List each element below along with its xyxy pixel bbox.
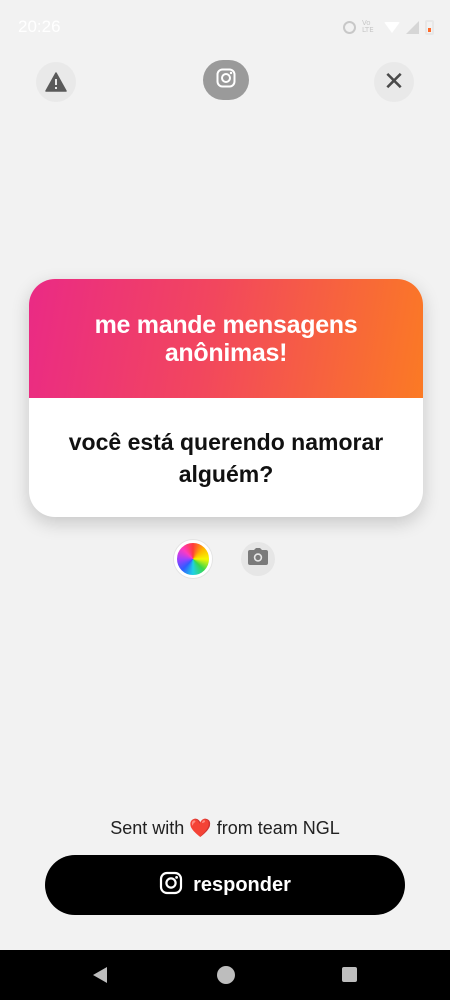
alarm-icon xyxy=(343,20,356,34)
respond-label: responder xyxy=(193,873,291,896)
card-title: me mande mensagens anônimas! xyxy=(94,310,358,367)
instagram-icon xyxy=(216,68,236,93)
status-bar: 20:26 Vo LTE xyxy=(0,0,450,54)
instagram-icon xyxy=(159,871,183,900)
card-tools xyxy=(0,540,450,580)
respond-button[interactable]: responder xyxy=(45,855,405,915)
home-icon[interactable] xyxy=(217,966,235,984)
top-action-row: ✕ xyxy=(0,60,450,104)
sent-with-text: Sent with ❤️ from team NGL xyxy=(0,818,450,839)
navigation-bar xyxy=(0,950,450,1000)
battery-icon xyxy=(425,19,434,35)
card-header: me mande mensagens anônimas! xyxy=(29,279,423,398)
heart-icon: ❤️ xyxy=(189,818,212,838)
card-body: você está querendo namorar alguém? xyxy=(29,398,423,517)
recents-icon[interactable] xyxy=(342,967,357,982)
camera-icon xyxy=(247,547,269,571)
color-wheel-icon[interactable] xyxy=(174,540,212,578)
lte-icon: Vo LTE xyxy=(362,19,374,34)
camera-button[interactable] xyxy=(241,542,275,576)
close-icon: ✕ xyxy=(383,67,405,97)
message-card: me mande mensagens anônimas! você está q… xyxy=(29,279,423,517)
card-question: você está querendo namorar alguém? xyxy=(68,428,384,487)
sent-prefix: Sent with xyxy=(110,818,185,838)
back-icon[interactable] xyxy=(93,967,107,983)
warning-icon xyxy=(45,72,67,92)
status-time: 20:26 xyxy=(18,17,61,36)
signal-icon xyxy=(406,20,419,34)
close-button[interactable]: ✕ xyxy=(374,62,414,102)
status-icons: Vo LTE xyxy=(343,19,434,35)
report-button[interactable] xyxy=(36,62,76,102)
wifi-icon xyxy=(384,21,400,33)
sent-suffix: from team NGL xyxy=(216,818,340,838)
instagram-share-button[interactable] xyxy=(203,60,249,100)
